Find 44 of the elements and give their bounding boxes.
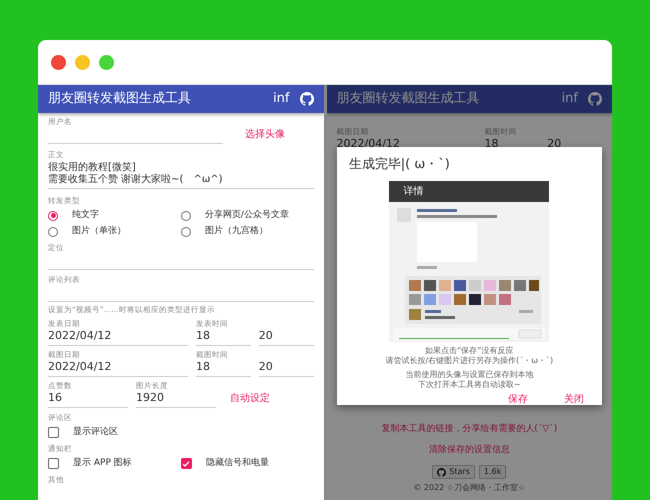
checkbox-label: 隐藏信号和电量 <box>206 457 269 470</box>
clear-settings-link[interactable]: 清除保存的设置信息 <box>326 444 612 457</box>
minute-field[interactable]: 20 <box>258 360 314 377</box>
dialog-title: 生成完毕|( ω・`) <box>348 156 451 174</box>
hour-field[interactable]: 18 <box>196 360 251 377</box>
choose-avatar-button[interactable]: 选择头像 <box>239 125 291 144</box>
radio-button[interactable] <box>48 210 58 220</box>
radio-button[interactable] <box>48 226 58 236</box>
checkbox[interactable] <box>180 458 192 469</box>
star-count: 1.6k <box>478 465 506 479</box>
auto-set-button[interactable]: 自动设定 <box>224 389 276 408</box>
close-button[interactable]: 关闭 <box>558 390 590 408</box>
checkbox-label: 显示 APP 图标 <box>73 457 132 470</box>
github-stars-button[interactable]: Stars <box>432 465 475 479</box>
app-title: 朋友圈转发截图生成工具 <box>336 90 480 108</box>
radio-label: 图片（单张） <box>72 225 126 238</box>
dialog-message: 当前使用的头像与设置已保存到本地 下次打开本工具将自动读取~ <box>404 370 534 390</box>
radio-button[interactable] <box>180 210 191 220</box>
info-link[interactable]: inf <box>562 89 578 109</box>
radio-label: 纯文字 <box>72 209 99 222</box>
likes-field[interactable]: 16 <box>48 391 128 408</box>
image-length-field[interactable]: 1920 <box>136 391 216 408</box>
github-icon[interactable] <box>437 468 446 476</box>
checkbox-label: 显示评论区 <box>73 426 118 439</box>
checkbox[interactable] <box>48 458 59 469</box>
date-field[interactable]: 2022/04/12 <box>48 360 188 377</box>
date-field[interactable]: 2022/04/12 <box>48 329 188 346</box>
checkbox[interactable] <box>48 427 59 438</box>
github-icon[interactable] <box>300 92 314 106</box>
hour-field[interactable]: 18 <box>196 329 251 346</box>
info-link[interactable]: inf <box>273 89 290 109</box>
radio-label: 分享网页/公众号文章 <box>204 209 289 222</box>
minute-field[interactable]: 20 <box>258 329 314 346</box>
github-icon[interactable] <box>588 92 602 106</box>
footer-text: © 2022 ☆刀会网络・工作室☆ <box>412 482 526 494</box>
save-button[interactable]: 保存 <box>502 390 534 408</box>
radio-label: 图片（九宫格） <box>204 225 268 238</box>
close-button[interactable] <box>51 54 66 70</box>
dialog-message: 如果点击“保存”没有反应 请尝试长按/右键图片进行另存为操作(´・ω・`) <box>384 346 554 366</box>
app-title: 朋友圈转发截图生成工具 <box>48 90 192 108</box>
body-text-field[interactable]: 很实用的教程[微笑] 需要收集五个赞 谢谢大家啦~( ^ω^) <box>48 162 314 189</box>
share-link[interactable]: 复制本工具的链接，分享给有需要的人(´▽`) <box>326 423 612 436</box>
preview-header: 详情 <box>389 180 550 202</box>
radio-button[interactable] <box>180 226 191 236</box>
